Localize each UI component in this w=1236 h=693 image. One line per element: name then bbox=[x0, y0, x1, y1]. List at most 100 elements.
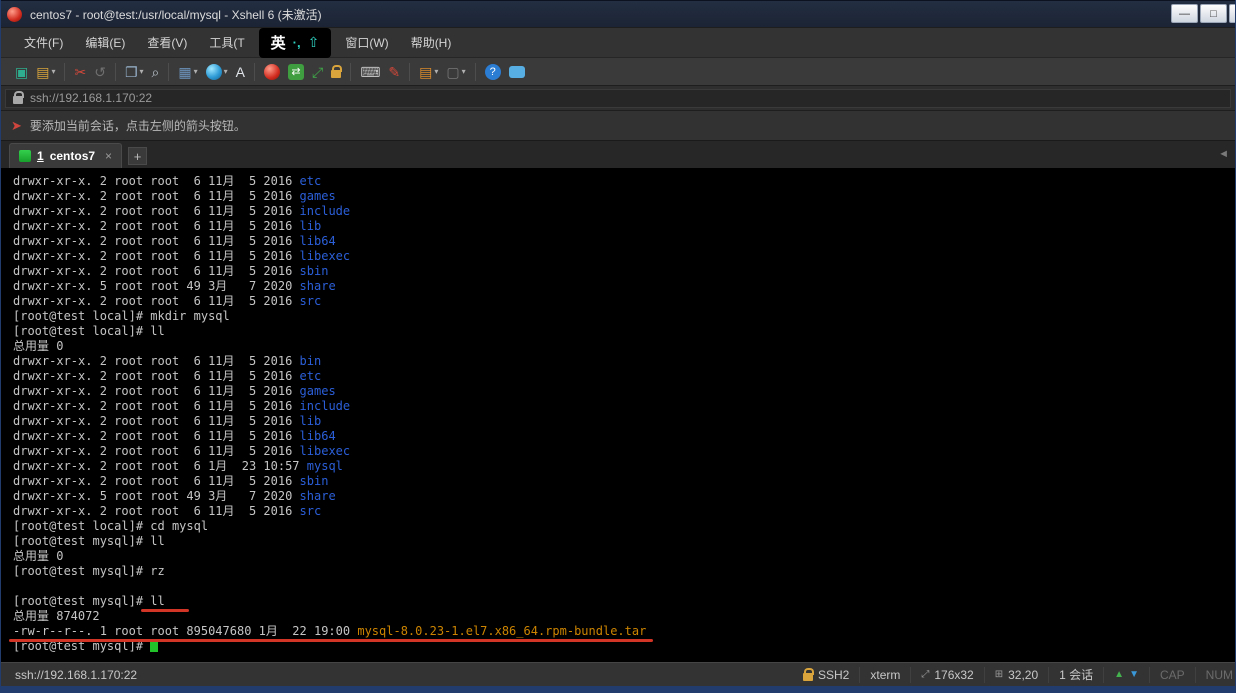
open-sessions-icon[interactable]: ▤▾ bbox=[33, 61, 58, 83]
new-window-icon[interactable]: ❐▾ bbox=[122, 61, 147, 83]
minimize-button[interactable]: — bbox=[1171, 4, 1198, 23]
terminal-line: [root@test local]# cd mysql bbox=[13, 519, 1235, 534]
tab-number: 1 bbox=[37, 149, 44, 163]
toolbar-separator bbox=[350, 63, 351, 81]
protocol-label: SSH2 bbox=[818, 668, 849, 682]
reconnect-icon[interactable]: ↺ bbox=[91, 61, 109, 83]
xftp-icon: ⇄ bbox=[288, 64, 304, 80]
xshell-icon[interactable] bbox=[261, 61, 283, 83]
toolbar-separator bbox=[168, 63, 169, 81]
terminal-line: 总用量 0 bbox=[13, 339, 1235, 354]
terminal-line: 总用量 0 bbox=[13, 549, 1235, 564]
dropdown-caret-icon[interactable]: ▾ bbox=[434, 67, 438, 76]
dropdown-caret-icon[interactable]: ▾ bbox=[224, 67, 228, 76]
ime-indicator[interactable]: 英 ·, ⇧ bbox=[259, 28, 332, 58]
terminal-type-label: xterm bbox=[870, 668, 900, 682]
menu-item[interactable]: 查看(V) bbox=[136, 28, 198, 58]
folder-icon[interactable]: ▤▾ bbox=[416, 61, 441, 83]
terminal-line: drwxr-xr-x. 2 root root 6 11月 5 2016 lib… bbox=[13, 234, 1235, 249]
annotation-underline-tarfile bbox=[9, 639, 653, 642]
terminal-line: drwxr-xr-x. 2 root root 6 11月 5 2016 etc bbox=[13, 369, 1235, 384]
terminal-line: [root@test local]# mkdir mysql bbox=[13, 309, 1235, 324]
toolbar-separator bbox=[254, 63, 255, 81]
up-arrow-icon[interactable]: ▲ bbox=[1114, 669, 1124, 680]
address-bar: ssh://192.168.1.170:22 bbox=[1, 85, 1235, 110]
messenger-icon[interactable] bbox=[506, 61, 528, 83]
session-url: ssh://192.168.1.170:22 bbox=[30, 91, 152, 105]
notice-bar: ➤ 要添加当前会话，点击左侧的箭头按钮。 bbox=[1, 110, 1235, 140]
status-cursor-position: ⊞ 32,20 bbox=[984, 667, 1048, 683]
tab-scroll-left-icon[interactable]: ◄ bbox=[1218, 148, 1229, 160]
num-lock-indicator: NUM bbox=[1195, 667, 1235, 683]
views-icon: ▢ bbox=[446, 65, 459, 79]
terminal-line: [root@test mysql]# ll bbox=[13, 534, 1235, 549]
reconnect-icon: ↺ bbox=[94, 65, 106, 79]
font-icon[interactable]: A bbox=[233, 61, 248, 83]
add-session-arrow-icon: ➤ bbox=[11, 118, 22, 134]
menu-bar: 文件(F)编辑(E)查看(V)工具(T 英 ·, ⇧ 窗口(W)帮助(H) bbox=[1, 27, 1235, 57]
down-arrow-icon[interactable]: ▼ bbox=[1129, 669, 1139, 680]
menu-group-left: 文件(F)编辑(E)查看(V)工具(T bbox=[13, 28, 256, 58]
ime-shape-icon: ⇧ bbox=[308, 34, 320, 51]
xshell-window: centos7 - root@test:/usr/local/mysql - X… bbox=[0, 0, 1236, 693]
title-bar[interactable]: centos7 - root@test:/usr/local/mysql - X… bbox=[1, 0, 1235, 27]
disconnect-icon[interactable]: ✂ bbox=[71, 61, 89, 83]
terminal-line: drwxr-xr-x. 2 root root 6 11月 5 2016 lib bbox=[13, 414, 1235, 429]
window-controls: — □ × bbox=[1171, 4, 1233, 23]
menu-item[interactable]: 帮助(H) bbox=[400, 28, 463, 58]
keyboard-icon: ⌨ bbox=[360, 65, 380, 79]
new-session-icon[interactable]: ▣ bbox=[12, 61, 31, 83]
close-button[interactable]: × bbox=[1229, 4, 1235, 23]
xftp-icon[interactable]: ⇄ bbox=[285, 61, 307, 83]
session-count-label: 1 会话 bbox=[1059, 666, 1093, 683]
status-host: ssh://192.168.1.170:22 bbox=[15, 668, 137, 682]
toolbar-separator bbox=[64, 63, 65, 81]
terminal-line: drwxr-xr-x. 2 root root 6 11月 5 2016 lib… bbox=[13, 249, 1235, 264]
terminal-line: drwxr-xr-x. 2 root root 6 11月 5 2016 src bbox=[13, 294, 1235, 309]
terminal[interactable]: drwxr-xr-x. 2 root root 6 11月 5 2016 etc… bbox=[1, 168, 1235, 662]
tab-close-icon[interactable]: × bbox=[105, 149, 112, 163]
terminal-line: drwxr-xr-x. 2 root root 6 11月 5 2016 gam… bbox=[13, 384, 1235, 399]
find-icon[interactable]: ⌕ bbox=[149, 61, 163, 83]
dropdown-caret-icon[interactable]: ▾ bbox=[51, 67, 55, 76]
keyboard-icon[interactable]: ⌨ bbox=[357, 61, 383, 83]
address-field[interactable]: ssh://192.168.1.170:22 bbox=[5, 89, 1231, 108]
menu-group-right: 窗口(W)帮助(H) bbox=[334, 28, 462, 58]
maximize-button[interactable]: □ bbox=[1200, 4, 1227, 23]
fullscreen-icon[interactable]: ⤢ bbox=[309, 61, 326, 83]
toolbar-separator bbox=[409, 63, 410, 81]
menu-item[interactable]: 窗口(W) bbox=[334, 28, 399, 58]
dropdown-caret-icon[interactable]: ▾ bbox=[194, 67, 198, 76]
highlighter-icon[interactable]: ✎ bbox=[385, 61, 403, 83]
views-icon[interactable]: ▢▾ bbox=[443, 61, 468, 83]
dropdown-caret-icon[interactable]: ▾ bbox=[462, 67, 466, 76]
highlighter-icon: ✎ bbox=[388, 65, 400, 79]
tab-centos7[interactable]: 1 centos7 × bbox=[9, 143, 122, 168]
new-tab-button[interactable]: + bbox=[128, 147, 147, 165]
fullscreen-icon: ⤢ bbox=[312, 65, 323, 79]
dropdown-caret-icon[interactable]: ▾ bbox=[140, 67, 144, 76]
status-terminal-type: xterm bbox=[859, 667, 910, 683]
ime-punctuation-icon: ·, bbox=[293, 35, 301, 50]
terminal-line: -rw-r--r--. 1 root root 895047680 1月 22 … bbox=[13, 624, 1235, 639]
session-manager-icon[interactable]: ▦▾ bbox=[175, 61, 200, 83]
terminal-line: drwxr-xr-x. 2 root root 6 11月 5 2016 sbi… bbox=[13, 264, 1235, 279]
status-terminal-size: ⤢ 176x32 bbox=[910, 667, 983, 683]
menu-item[interactable]: 工具(T bbox=[198, 28, 255, 58]
status-bar: ssh://192.168.1.170:22 SSH2 xterm ⤢ 176x… bbox=[1, 662, 1235, 686]
menu-item[interactable]: 编辑(E) bbox=[74, 28, 136, 58]
lock-icon[interactable] bbox=[328, 61, 344, 83]
terminal-line: drwxr-xr-x. 2 root root 6 11月 5 2016 inc… bbox=[13, 204, 1235, 219]
status-right-group: SSH2 xterm ⤢ 176x32 ⊞ 32,20 1 会话 ▲ ▼ CAP… bbox=[793, 663, 1235, 686]
messenger-icon bbox=[509, 66, 525, 78]
tab-bar: 1 centos7 × + ◄ bbox=[1, 140, 1235, 168]
terminal-size-label: 176x32 bbox=[934, 668, 973, 682]
terminal-line: 总用量 874072 bbox=[13, 609, 1235, 624]
help-icon[interactable]: ? bbox=[482, 61, 504, 83]
menu-item[interactable]: 文件(F) bbox=[13, 28, 74, 58]
tab-label: centos7 bbox=[50, 149, 95, 163]
globe-icon[interactable]: ▾ bbox=[203, 61, 231, 83]
open-sessions-icon: ▤ bbox=[36, 65, 49, 79]
ime-language-icon: 英 bbox=[271, 32, 286, 53]
terminal-line bbox=[13, 579, 1235, 594]
